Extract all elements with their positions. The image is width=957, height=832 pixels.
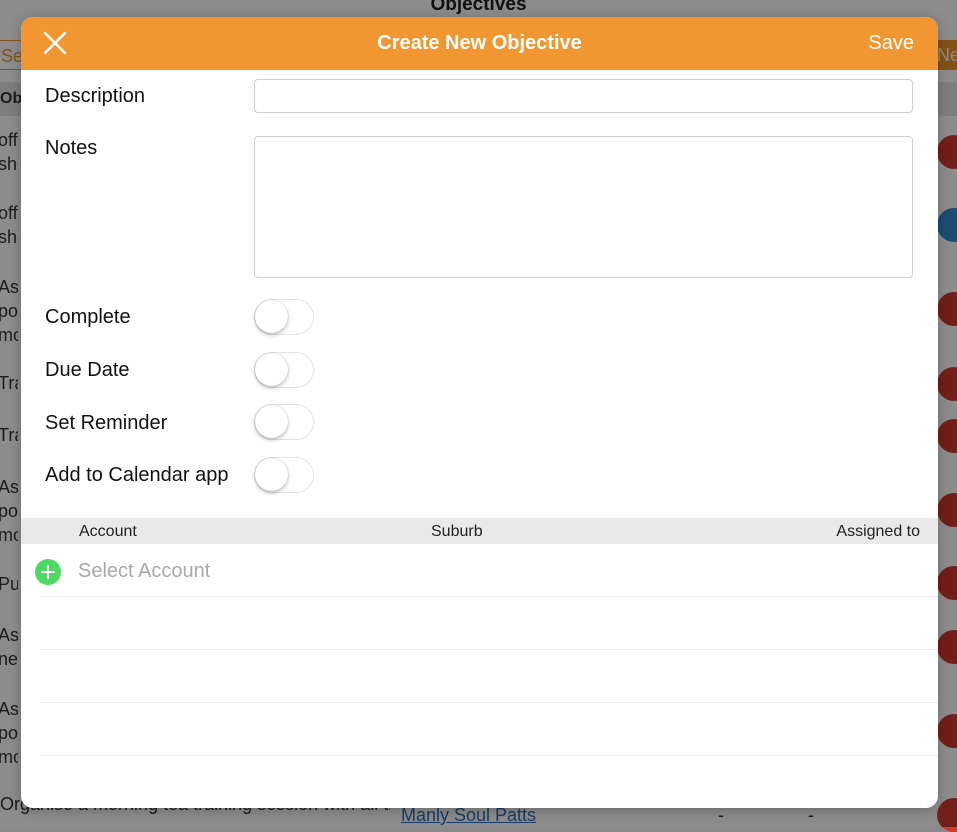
- row-divider: [39, 702, 938, 703]
- modal-header: Create New Objective Save: [21, 17, 938, 70]
- add-to-calendar-toggle[interactable]: [254, 457, 314, 493]
- modal-title: Create New Objective: [377, 32, 582, 54]
- add-to-calendar-label: Add to Calendar app: [45, 464, 229, 486]
- description-input[interactable]: [254, 79, 913, 113]
- notes-label: Notes: [45, 137, 98, 159]
- row-divider: [39, 755, 938, 756]
- set-reminder-toggle[interactable]: [254, 404, 314, 440]
- row-divider: [39, 649, 938, 650]
- row-divider: [39, 596, 938, 597]
- toggle-knob: [255, 458, 288, 491]
- toggle-knob: [255, 353, 288, 386]
- close-icon: [43, 31, 67, 55]
- due-date-label: Due Date: [45, 359, 130, 381]
- toggle-knob: [255, 405, 288, 438]
- notes-textarea[interactable]: [254, 136, 913, 278]
- description-label: Description: [45, 85, 146, 107]
- column-account: Account: [79, 523, 137, 540]
- close-button[interactable]: [41, 29, 69, 57]
- select-account-button[interactable]: Select Account: [78, 560, 210, 583]
- plus-circle-icon[interactable]: [35, 559, 61, 585]
- due-date-toggle[interactable]: [254, 352, 314, 388]
- toggle-knob: [255, 300, 288, 333]
- save-button[interactable]: Save: [868, 17, 914, 70]
- accounts-table-header: Account Suburb Assigned to: [21, 518, 938, 544]
- set-reminder-label: Set Reminder: [45, 412, 168, 434]
- column-assigned-to: Assigned to: [836, 523, 920, 540]
- complete-toggle[interactable]: [254, 299, 314, 335]
- complete-label: Complete: [45, 306, 131, 328]
- create-objective-modal: Create New Objective Save Description No…: [21, 17, 938, 808]
- column-suburb: Suburb: [431, 523, 483, 540]
